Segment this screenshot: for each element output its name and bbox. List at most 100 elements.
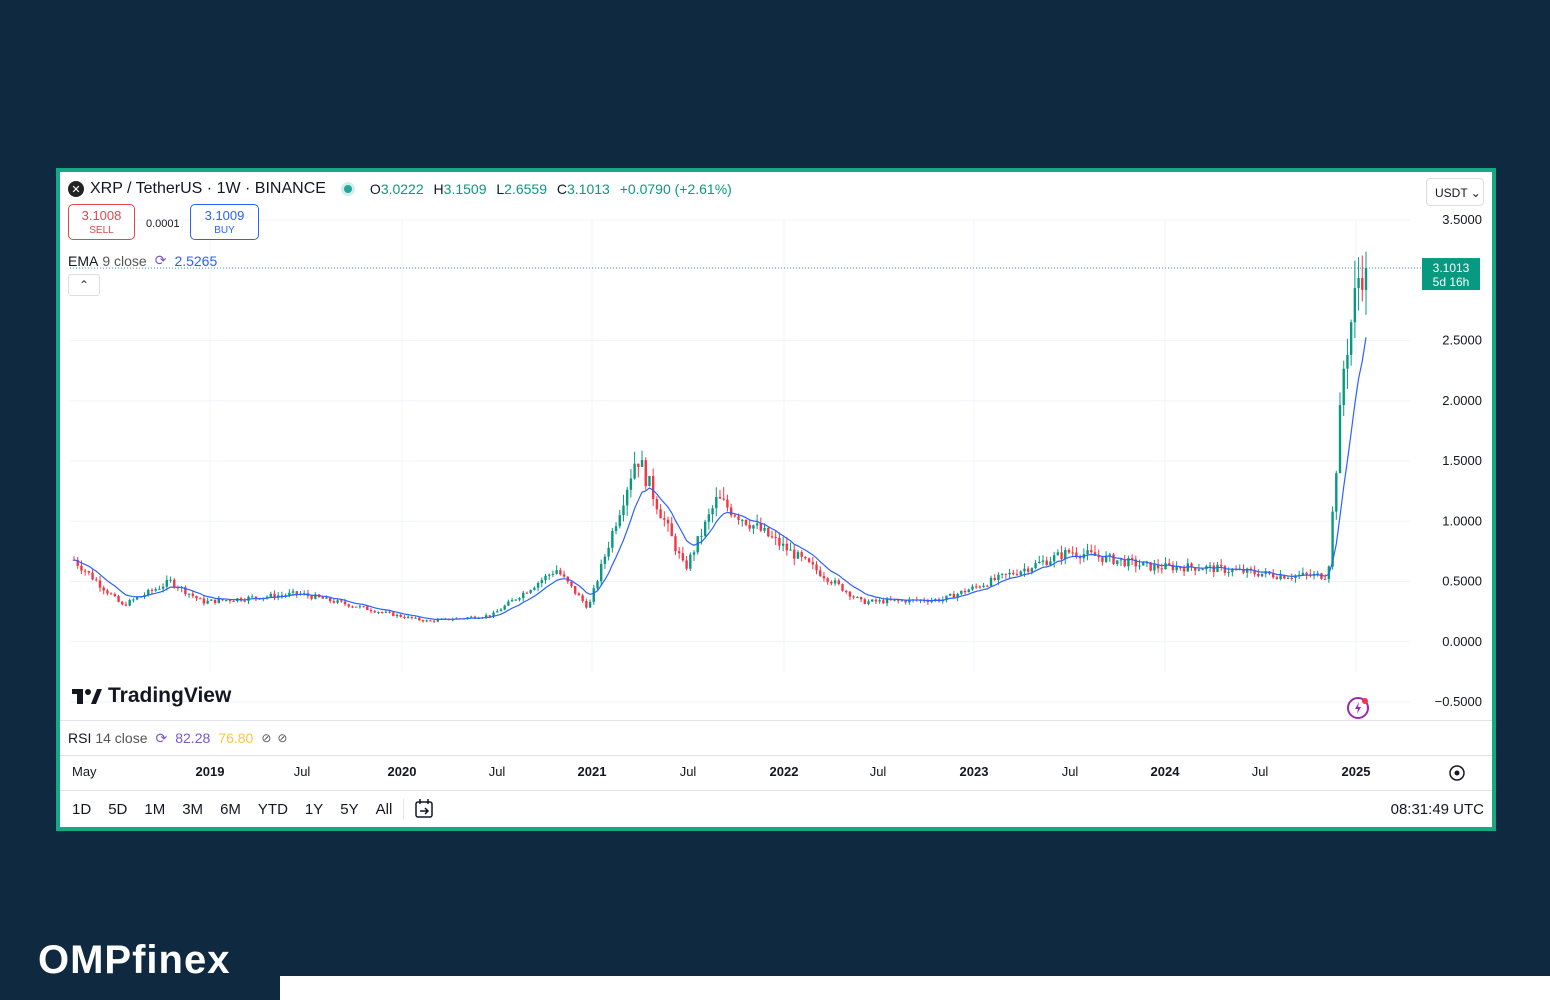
na-icon: ⊘ (261, 731, 272, 745)
candle-body (1060, 552, 1063, 559)
candle-body (369, 609, 373, 612)
range-button[interactable]: All (376, 801, 393, 818)
symbol-title[interactable]: XRP / TetherUS · 1W · BINANCE (90, 180, 326, 198)
candle-body (659, 509, 662, 519)
calendar-goto-icon[interactable] (414, 798, 436, 820)
candle-body (1052, 555, 1056, 562)
candle-body (121, 601, 124, 605)
xrp-icon: ✕ (68, 181, 84, 197)
candle-body (1164, 563, 1167, 570)
candle-body (507, 601, 510, 606)
candle-body (807, 558, 811, 563)
candle-body (232, 600, 235, 602)
candle-body (1075, 552, 1078, 557)
range-button[interactable]: 1Y (305, 801, 323, 818)
candle-body (1119, 559, 1123, 561)
candle-body (254, 596, 258, 599)
price-chart[interactable]: 3.5000 2.5000 2.0000 1.5000 1.0000 0.5000 0.00… (60, 172, 1492, 720)
candle-body (399, 614, 402, 617)
candle-body (1112, 554, 1115, 564)
candle-body (926, 601, 930, 603)
candle-body (362, 606, 365, 608)
tradingview-logo: TradingView (72, 684, 231, 708)
candle-body (1101, 557, 1104, 562)
candle-body (833, 580, 837, 584)
candle-body (625, 489, 629, 506)
footer-bar (280, 976, 1550, 1000)
candle-body (596, 581, 599, 589)
candle-body (336, 600, 339, 603)
price-tag-value: 3.1013 (1433, 261, 1470, 275)
candle-body (1271, 573, 1275, 578)
candle-body (1216, 564, 1219, 573)
candle-body (332, 601, 336, 603)
candle-body (1041, 560, 1045, 562)
candle-body (815, 564, 818, 571)
candle-body (748, 524, 751, 529)
candle-body (161, 586, 165, 589)
candle-body (529, 590, 532, 593)
candle-body (165, 580, 169, 587)
candle-body (700, 535, 703, 537)
candle-body (544, 575, 547, 581)
range-button[interactable]: 1D (72, 801, 91, 818)
candle-body (343, 601, 347, 605)
range-button[interactable]: 3M (182, 801, 203, 818)
range-button[interactable]: YTD (258, 801, 288, 818)
utc-clock[interactable]: 08:31:49 UTC (1391, 801, 1484, 818)
candle-body (622, 505, 625, 516)
candle-body (147, 589, 150, 595)
price-tick-label: −0.5000 (1435, 694, 1482, 709)
range-button[interactable]: 1M (144, 801, 165, 818)
candle-body (845, 590, 848, 592)
rsi-legend[interactable]: RSI 14 close ⟳ 82.28 76.80 ⊘ ⊘ (60, 720, 1492, 756)
candle-body (796, 552, 800, 559)
time-axis-label: 2020 (387, 764, 417, 779)
candle-body (243, 600, 246, 602)
candle-body (1349, 322, 1353, 355)
ema-legend[interactable]: EMA 9 close ⟳ 2.5265 (68, 252, 217, 269)
candle-body (540, 580, 543, 584)
candle-body (1090, 550, 1093, 553)
price-tag-countdown: 5d 16h (1433, 275, 1470, 289)
buy-button[interactable]: 3.1009 BUY (190, 204, 259, 240)
candle-body (900, 600, 904, 602)
currency-select[interactable]: USDT ⌄ (1426, 178, 1484, 206)
candle-body (655, 499, 659, 510)
candle-body (871, 599, 874, 602)
time-axis[interactable]: May 2019 Jul 2020 Jul 2021 Jul 2022 Jul 2023 Jul 20… (60, 760, 1492, 784)
goto-realtime-icon[interactable] (1448, 764, 1466, 782)
lightning-icon[interactable] (1346, 696, 1370, 720)
candle-body (878, 600, 881, 602)
candle-body (406, 616, 410, 618)
collapse-legend-button[interactable]: ⌃ (68, 274, 100, 296)
sell-button[interactable]: 3.1008 SELL (68, 204, 135, 240)
candle-body (191, 593, 195, 596)
candle-body (429, 620, 432, 622)
ema-line (73, 337, 1367, 620)
candle-body (187, 593, 191, 595)
candle-body (856, 597, 859, 599)
candle-body (960, 590, 963, 594)
range-button[interactable]: 5D (108, 801, 127, 818)
candle-body (158, 588, 161, 590)
candle-body (741, 519, 744, 521)
range-button[interactable]: 6M (220, 801, 241, 818)
candle-body (651, 476, 655, 500)
candle-body (373, 611, 376, 613)
range-button[interactable]: 5Y (340, 801, 358, 818)
candle-body (425, 620, 428, 622)
candle-body (570, 581, 573, 587)
candle-body (692, 552, 696, 555)
candle-body (340, 600, 343, 602)
candle-body (421, 620, 425, 622)
candle-body (963, 590, 967, 593)
candle-body (1015, 574, 1019, 576)
na-icon: ⊘ (277, 731, 288, 745)
time-axis-label: 2024 (1150, 764, 1180, 779)
candle-body (488, 615, 492, 617)
candle-body (1175, 566, 1178, 571)
candle-body (169, 579, 172, 581)
candle-body (644, 460, 647, 487)
candle-body (841, 584, 844, 591)
